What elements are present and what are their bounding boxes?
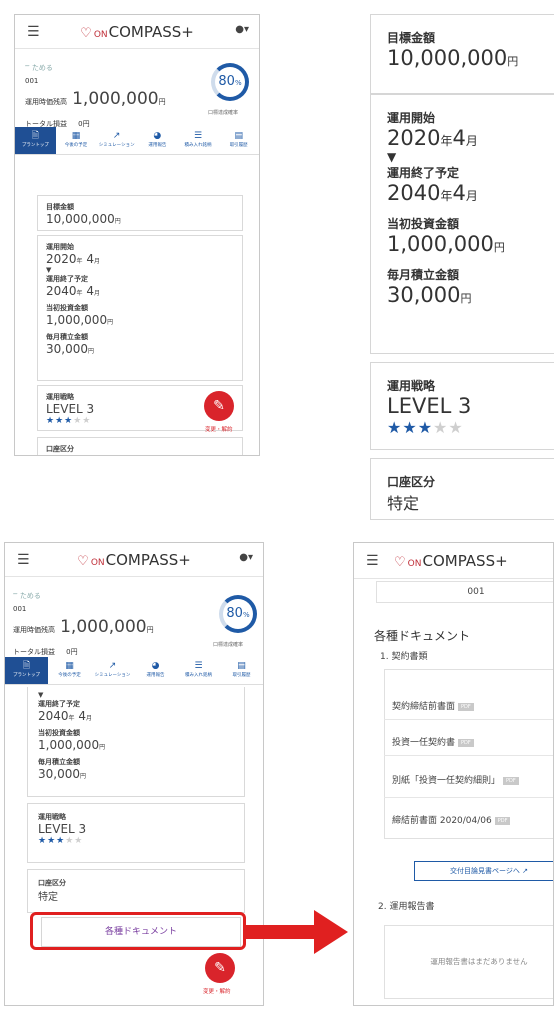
zoom-card-goal: 目標金額 10,000,000円 (370, 14, 554, 94)
account-tab[interactable]: 001 (376, 581, 553, 603)
book-icon: ▤ (234, 131, 243, 141)
external-link-icon: ↗ (522, 867, 528, 875)
tab-schedule[interactable]: ▦ 今後の予定 (56, 127, 97, 154)
zoomed-plan-details: 目標金額 10,000,000円 運用開始 2020年4月 ▼ 運用終了予定 2… (370, 14, 554, 520)
doc-link[interactable]: 契約締結前書面 PDF (392, 699, 474, 712)
brand-logo: ♡ ONCOMPASS+ (80, 23, 194, 41)
calendar-icon: ▦ (65, 661, 74, 671)
doc-link[interactable]: 投資一任契約書 PDF (392, 735, 474, 748)
tab-report[interactable]: ◕ 運用報告 (134, 657, 177, 684)
document-icon: 🗎 (31, 131, 39, 141)
balance-row: 運用時価残高 1,000,000円 (13, 617, 154, 637)
tab-bar: 🗎 プラントップ ▦ 今後の予定 ↗ シミュレーション ◕ 運用報告 ☰ 積み入れ銘柄 ▤… (5, 657, 263, 685)
tab-plan-top[interactable]: 🗎 プラントップ (5, 657, 48, 684)
tab-simulation[interactable]: ↗ シミュレーション (96, 127, 137, 154)
page-title: 各種ドキュメント (374, 629, 471, 643)
zoom-rating-stars: ★★★★★ (387, 418, 464, 437)
rating-stars: ★★★★★ (38, 836, 84, 846)
user-menu-icon[interactable]: ●▾ (239, 552, 253, 563)
zoom-card-account-type: 口座区分 特定 (370, 458, 554, 520)
list-icon: ☰ (194, 661, 203, 671)
card-schedule-amounts: ▼ 運用終了予定 2040年 4月 当初投資金額 1,000,000円 毎月積立… (27, 687, 245, 797)
divider (384, 719, 553, 720)
edit-fab[interactable]: ✎ (205, 953, 235, 983)
documents-screen: ☰ ♡ ONCOMPASS+ 001 各種ドキュメント 1. 契約書類 契約締結前… (353, 542, 554, 1006)
progress-ring: 80% (219, 595, 257, 633)
tab-bar: 🗎 プラントップ ▦ 今後の予定 ↗ シミュレーション ◕ 運用報告 ☰ 積み入れ銘柄 ▤… (15, 127, 259, 155)
book-icon: ▤ (237, 661, 246, 671)
app-header: ☰ ♡ ONCOMPASS+ ●▾ (15, 15, 259, 49)
card-strategy: 運用戦略 LEVEL 3 ★★★★★ (27, 803, 245, 863)
progress-caption: 口標達成確率 (213, 642, 244, 648)
balance-row: 運用時価残高 1,000,000円 (25, 89, 166, 109)
brand-logo: ♡ ONCOMPASS+ (77, 551, 191, 569)
pie-icon: ◕ (153, 131, 162, 141)
edit-caption: 変更・解約 (205, 427, 233, 433)
progress-ring: 80% (211, 63, 249, 101)
tab-history[interactable]: ▤ 取引履歴 (218, 127, 259, 154)
pie-icon: ◕ (151, 661, 160, 671)
brand-logo: ♡ ONCOMPASS+ (394, 552, 508, 570)
goal-name: ⁗ ためる (13, 592, 41, 600)
tab-report[interactable]: ◕ 運用報告 (137, 127, 178, 154)
tab-plan-top[interactable]: 🗎 プラントップ (15, 127, 56, 154)
card-account-type: 口座区分 (37, 437, 243, 455)
delivery-prospectus-button[interactable]: 交付目論見書ページへ ↗ (414, 861, 553, 881)
section-reports: 2. 運用報告書 (378, 902, 435, 912)
app-header: ☰ ♡ ONCOMPASS+ ●▾ (5, 543, 263, 577)
card-goal-amount: 目標金額 10,000,000円 (37, 195, 243, 231)
divider (384, 755, 553, 756)
calendar-icon: ▦ (71, 131, 81, 141)
tab-holdings[interactable]: ☰ 積み入れ銘柄 (177, 657, 220, 684)
tab-simulation[interactable]: ↗ シミュレーション (91, 657, 134, 684)
goal-name: ⁗ ためる (25, 64, 53, 72)
zoom-card-schedule: 運用開始 2020年4月 ▼ 運用終了予定 2040年4月 当初投資金額 1,0… (370, 94, 554, 354)
zoom-card-strategy: 運用戦略 LEVEL 3 ★★★★★ (370, 362, 554, 450)
doc-link[interactable]: 締結前書面 2020/04/06 PDF (392, 813, 511, 826)
account-number: 001 (13, 605, 27, 613)
pdf-badge: PDF (458, 702, 474, 711)
highlight-documents-button (30, 912, 246, 950)
pdf-badge: PDF (503, 776, 519, 785)
list-icon: ☰ (193, 131, 203, 141)
divider (384, 797, 553, 798)
chart-icon: ↗ (112, 131, 121, 141)
doc-link[interactable]: 別紙「投資一任契約細則」 PDF (392, 773, 519, 786)
reports-empty-state: 運用報告書はまだありません (384, 925, 553, 999)
right-arrow-icon (246, 910, 348, 954)
tab-schedule[interactable]: ▦ 今後の予定 (48, 657, 91, 684)
pencil-icon: ✎ (213, 398, 225, 414)
app-header: ☰ ♡ ONCOMPASS+ (354, 543, 553, 579)
user-menu-icon[interactable]: ●▾ (235, 24, 249, 35)
chart-icon: ↗ (108, 661, 117, 671)
pdf-badge: PDF (494, 816, 511, 825)
phone-screen-plan-top: ☰ ♡ ONCOMPASS+ ●▾ ⁗ ためる 001 運用時価残高 1,000,… (14, 14, 260, 456)
pencil-icon: ✎ (214, 960, 226, 976)
edit-fab[interactable]: ✎ (204, 391, 234, 421)
document-icon: 🗎 (22, 661, 31, 671)
account-number: 001 (25, 77, 39, 85)
goal-edit-icon: ⁗ (25, 64, 30, 72)
card-account-type: 口座区分 特定 (27, 869, 245, 913)
card-schedule-amounts: 運用開始 2020年 4月 ▼ 運用終了予定 2040年 4月 当初投資金額 1… (37, 235, 243, 381)
edit-caption: 変更・解約 (203, 989, 231, 995)
total-pl-row: トータル損益 0円 (13, 648, 78, 656)
pdf-badge: PDF (458, 738, 474, 747)
goal-edit-icon: ⁗ (13, 592, 18, 600)
tab-history[interactable]: ▤ 取引履歴 (220, 657, 263, 684)
tab-holdings[interactable]: ☰ 積み入れ銘柄 (178, 127, 219, 154)
section-contracts: 1. 契約書類 (380, 652, 428, 662)
progress-caption: 口標達成確率 (208, 110, 239, 116)
